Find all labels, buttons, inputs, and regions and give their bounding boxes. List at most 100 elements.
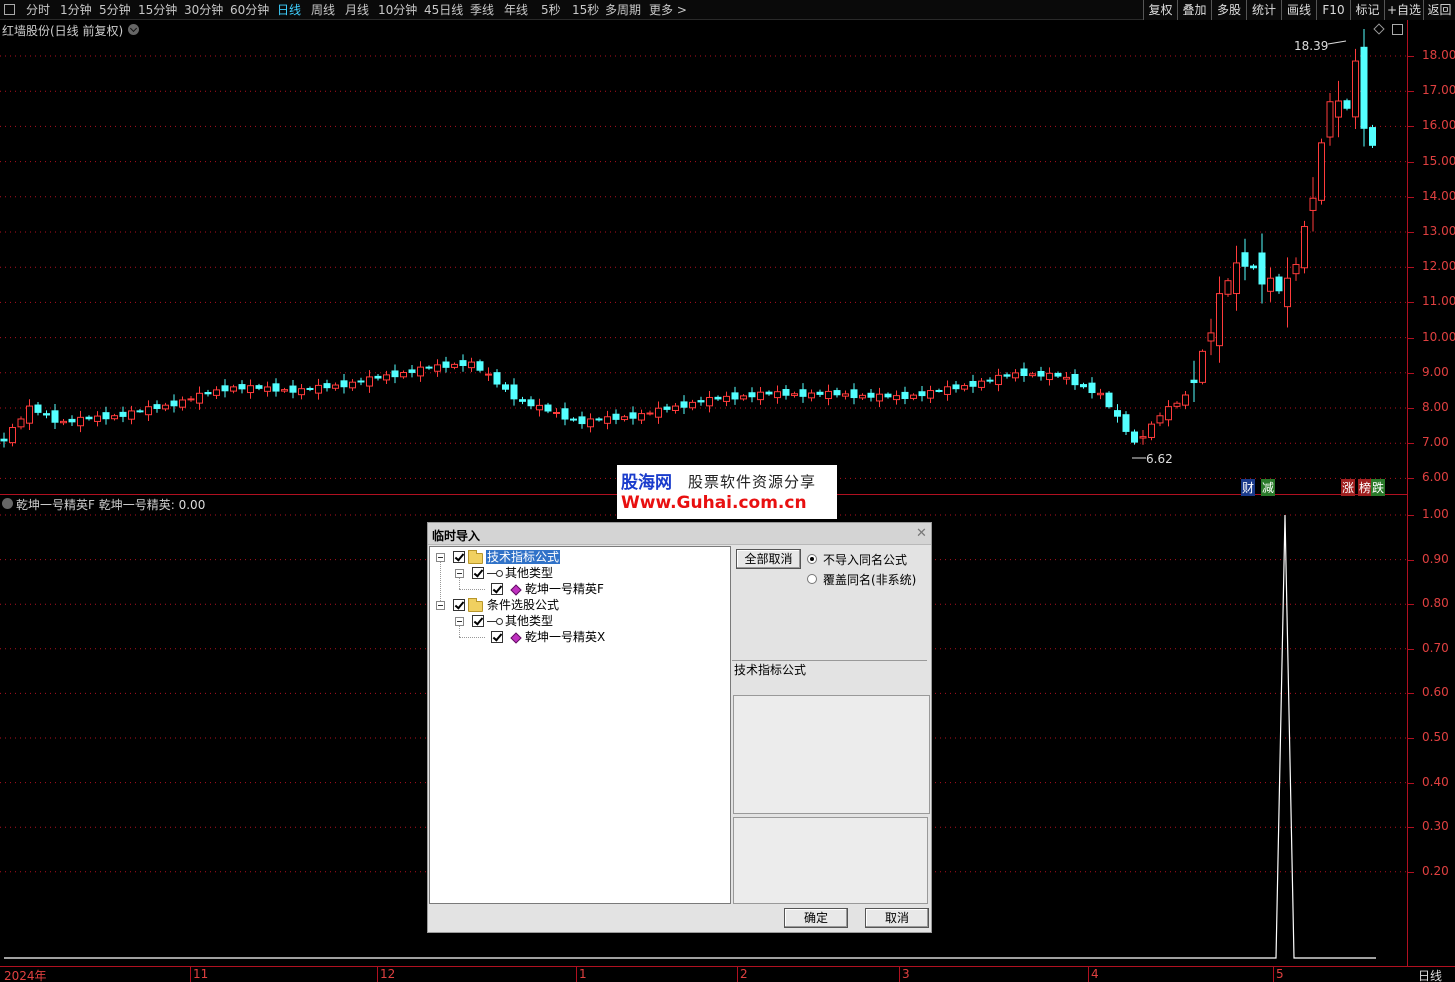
tree-item-formula-f[interactable]: 乾坤一号精英F <box>525 581 604 597</box>
indicator-axis-label: 0.70 <box>1422 640 1449 655</box>
candle-body <box>9 427 16 444</box>
watermark-banner: 股海网 股票软件资源分享 Www.Guhai.com.cn <box>617 465 837 519</box>
candle-body <box>1343 100 1351 109</box>
checkbox-other-type[interactable] <box>472 567 484 579</box>
indicator-tick <box>1408 604 1414 606</box>
candle-body <box>51 410 59 423</box>
candle-body <box>1275 276 1283 292</box>
close-icon[interactable]: ✕ <box>916 526 927 541</box>
formula-tree[interactable]: 技术指标公式 其他类型 乾坤一号精英F 条件选股公式 其他类型 乾坤一号精英X <box>429 546 731 904</box>
candle-body <box>1071 373 1079 386</box>
candle-body <box>510 384 518 400</box>
candle-body <box>1250 265 1257 269</box>
reduce-tag[interactable]: 减 <box>1261 479 1276 496</box>
indicator-tick <box>1408 871 1414 873</box>
candle-body <box>655 407 662 418</box>
candle-body <box>910 394 917 399</box>
candle-body <box>340 380 348 388</box>
dialog-titlebar[interactable]: 临时导入 ✕ <box>428 523 931 545</box>
candle-body <box>876 393 883 402</box>
candle-body <box>332 384 339 389</box>
candle-body <box>213 389 220 396</box>
candle-body <box>1105 392 1113 408</box>
radio-overwrite[interactable] <box>807 574 817 584</box>
candle-body <box>629 412 637 419</box>
candle-body <box>145 406 152 416</box>
checkbox-stock-screen[interactable] <box>453 599 465 611</box>
candle-body <box>1080 384 1087 388</box>
stock-chart-app: 分时 1分钟 5分钟 15分钟 30分钟 60分钟 日线 周线 月线 10分钟 … <box>0 0 1455 982</box>
chevron-down-icon[interactable] <box>2 498 13 509</box>
candle-body <box>1037 370 1045 377</box>
tree-item-tech-indicator[interactable]: 技术指标公式 <box>486 549 561 565</box>
candle-body <box>264 386 271 392</box>
candle-body <box>476 361 484 371</box>
candle-body <box>604 416 611 424</box>
candle-body <box>408 369 416 373</box>
checkbox-formula-f[interactable] <box>491 583 503 595</box>
time-label: 2 <box>740 967 748 981</box>
finance-tag[interactable]: 财 <box>1241 479 1256 496</box>
candle-body <box>884 393 892 398</box>
price-tick <box>1408 161 1414 163</box>
candle-body <box>1114 410 1121 417</box>
tree-item-other-type-2[interactable]: 其他类型 <box>505 613 553 629</box>
price-axis-label: 12.00 <box>1422 259 1455 274</box>
candle-body <box>765 391 773 395</box>
rise-tag[interactable]: 涨 <box>1341 479 1356 496</box>
high-marker <box>1327 40 1347 45</box>
option-overwrite-label[interactable]: 覆盖同名(非系统) <box>823 571 916 588</box>
candle-body <box>459 360 467 366</box>
collapse-icon[interactable] <box>436 601 445 610</box>
collapse-icon[interactable] <box>455 617 464 626</box>
candle-body <box>1216 293 1223 347</box>
time-label: 11 <box>193 967 209 981</box>
time-axis <box>0 966 1455 982</box>
candle-body <box>867 392 875 398</box>
candle-body <box>859 394 866 399</box>
candle-body <box>961 385 968 390</box>
collapse-icon[interactable] <box>455 569 464 578</box>
candle-body <box>1020 368 1028 376</box>
tree-item-other-type[interactable]: 其他类型 <box>505 565 553 581</box>
deselect-all-button[interactable]: 全部取消 <box>736 549 801 569</box>
tree-item-stock-screen[interactable]: 条件选股公式 <box>487 597 559 613</box>
ok-button[interactable]: 确定 <box>784 908 848 928</box>
checkbox-other-type-2[interactable] <box>472 615 484 627</box>
candle-body <box>663 406 671 410</box>
period-label: 日线 <box>1418 969 1443 982</box>
high-price-label: 18.39 <box>1294 39 1328 53</box>
candle-body <box>383 374 390 381</box>
candle-body <box>247 385 254 394</box>
indicator-axis-label: 0.90 <box>1422 551 1449 566</box>
checkbox-tech-indicator[interactable] <box>453 551 465 563</box>
candle-body <box>714 396 722 400</box>
radio-no-import[interactable] <box>807 554 817 564</box>
candle-body <box>43 413 50 416</box>
rank-tag[interactable]: 榜 <box>1358 479 1373 496</box>
candle-body <box>153 404 161 409</box>
tree-item-formula-x[interactable]: 乾坤一号精英X <box>525 629 605 645</box>
indicator-axis-label: 0.40 <box>1422 774 1449 789</box>
candle-body <box>298 388 305 396</box>
price-tick <box>1408 408 1414 409</box>
folder-icon <box>468 598 483 612</box>
time-label: 2024年 <box>4 969 47 982</box>
checkbox-formula-x[interactable] <box>491 631 503 643</box>
candle-body <box>850 389 858 399</box>
candle-body <box>621 416 628 421</box>
candle-body <box>978 380 985 388</box>
candle-body <box>842 393 849 397</box>
indicator-axis-label: 0.30 <box>1422 819 1449 834</box>
candle-body <box>527 399 535 407</box>
back-button[interactable]: 返回 <box>1423 0 1455 20</box>
fall-tag[interactable]: 跌 <box>1371 479 1386 496</box>
indicator-axis-label: 0.20 <box>1422 863 1449 878</box>
candle-body <box>323 383 331 389</box>
candle-body <box>374 375 382 379</box>
collapse-icon[interactable] <box>436 553 445 562</box>
option-no-import-label[interactable]: 不导入同名公式 <box>823 551 907 568</box>
candle-body <box>825 390 832 400</box>
candle-body <box>697 400 705 403</box>
cancel-button[interactable]: 取消 <box>865 908 929 928</box>
